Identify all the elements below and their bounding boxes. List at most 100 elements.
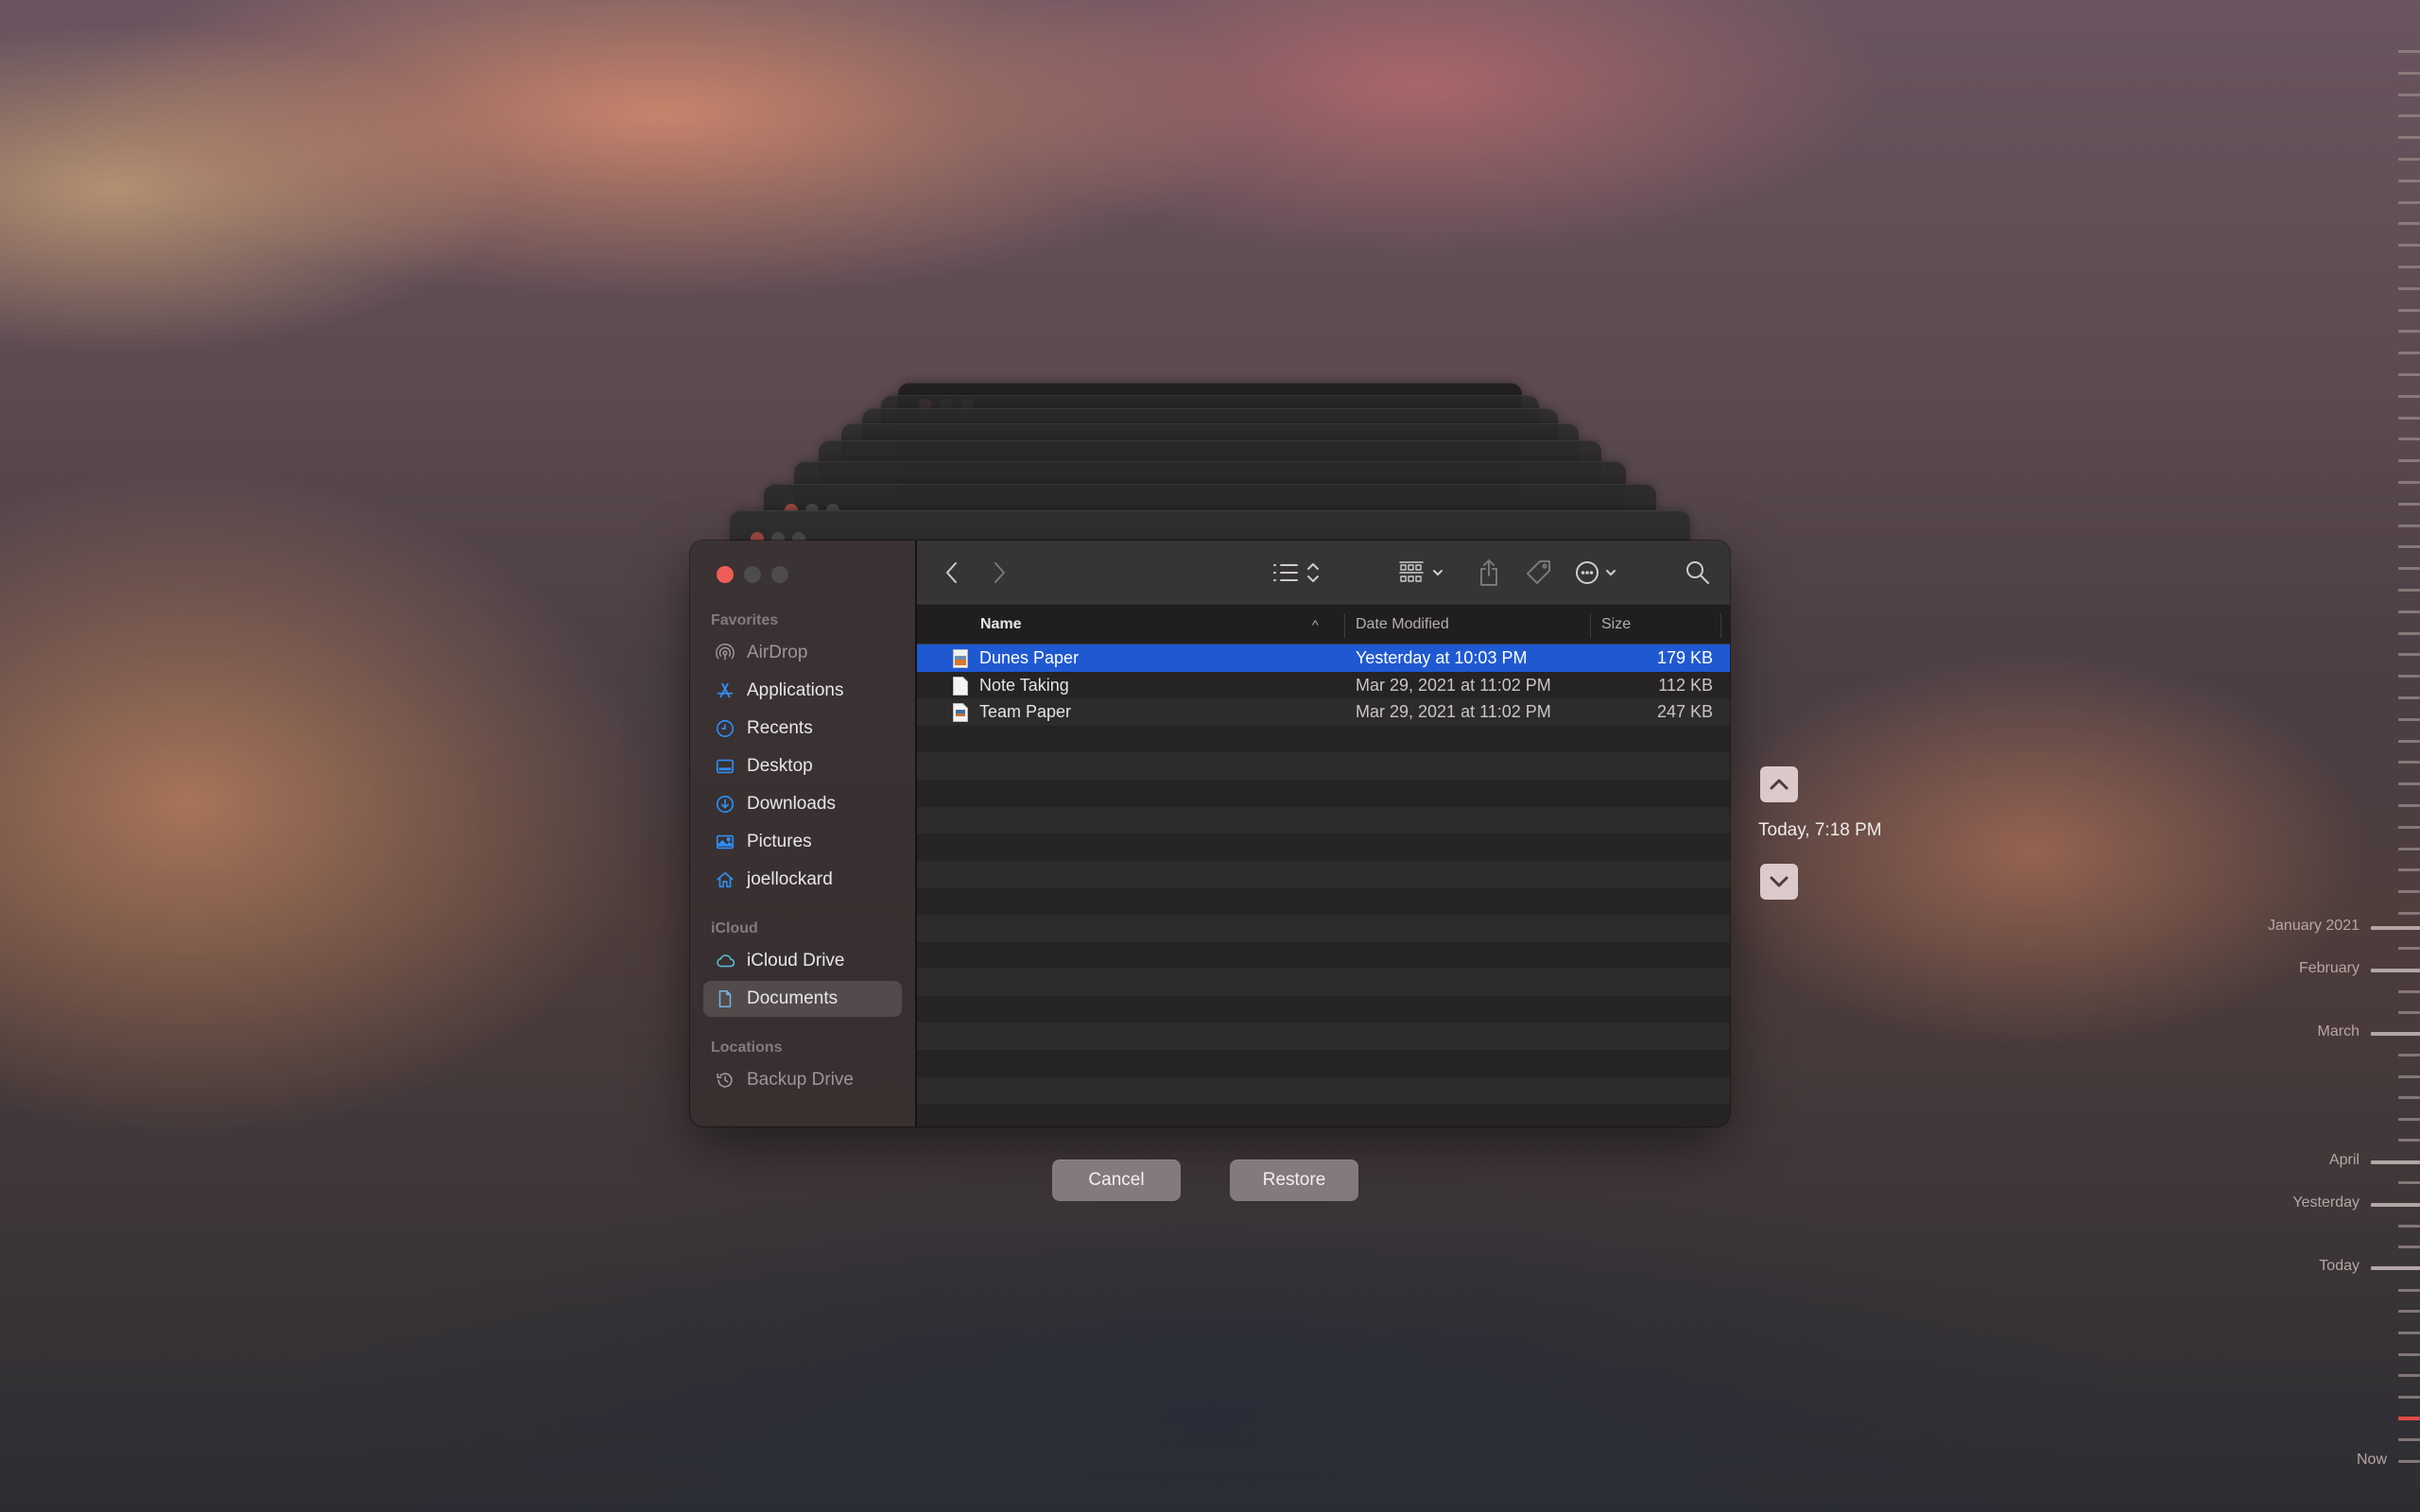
timeline-tick[interactable] xyxy=(2398,990,2420,993)
next-snapshot-button[interactable] xyxy=(1760,864,1798,900)
column-divider[interactable] xyxy=(1720,613,1721,638)
timeline-label[interactable]: February xyxy=(2170,960,2360,977)
timeline-tick[interactable] xyxy=(2398,524,2420,527)
timeline-tick[interactable] xyxy=(2398,825,2420,829)
sidebar-item-home[interactable]: joellockard xyxy=(703,862,902,898)
column-header-name[interactable]: Name xyxy=(980,606,1022,644)
timeline-tick[interactable] xyxy=(2398,1374,2420,1377)
timeline-label[interactable]: January 2021 xyxy=(2170,918,2360,935)
timeline-tick[interactable] xyxy=(2398,912,2420,915)
sidebar-item-recents[interactable]: Recents xyxy=(703,711,902,747)
timeline-tick[interactable] xyxy=(2398,416,2420,420)
previous-snapshot-button[interactable] xyxy=(1760,766,1798,802)
search-button[interactable] xyxy=(1679,541,1717,605)
zoom-button[interactable] xyxy=(771,566,788,583)
timeline-tick[interactable] xyxy=(2398,653,2420,657)
timeline-tick[interactable] xyxy=(2398,717,2420,721)
timeline-tick[interactable] xyxy=(2398,1246,2420,1248)
sidebar-item-desktop[interactable]: Desktop xyxy=(703,748,902,784)
column-header-size[interactable]: Size xyxy=(1601,606,1631,644)
timeline-major-tick[interactable] xyxy=(2371,1160,2420,1164)
timeline-label[interactable]: April xyxy=(2170,1152,2360,1169)
timeline-label-now[interactable]: Now xyxy=(2198,1452,2387,1469)
timeline-tick[interactable] xyxy=(2398,286,2420,290)
file-row[interactable]: Dunes Paper Yesterday at 10:03 PM 179 KB xyxy=(917,644,1730,672)
timeline-tick[interactable] xyxy=(2398,1332,2420,1334)
timeline-tick[interactable] xyxy=(2398,200,2420,204)
minimize-button[interactable] xyxy=(744,566,761,583)
group-button[interactable] xyxy=(1397,541,1454,605)
timeline-tick[interactable] xyxy=(2398,947,2420,950)
tag-button[interactable] xyxy=(1520,541,1558,605)
timeline-tick[interactable] xyxy=(2398,610,2420,613)
timeline-tick[interactable] xyxy=(2398,1075,2420,1078)
timeline-tick[interactable] xyxy=(2398,847,2420,850)
timeline-tick[interactable] xyxy=(2398,93,2420,96)
timeline-tick[interactable] xyxy=(2398,158,2420,161)
column-divider[interactable] xyxy=(1590,613,1591,638)
timeline-tick[interactable] xyxy=(2398,1396,2420,1399)
timeline-current-tick[interactable] xyxy=(2398,1417,2420,1420)
timeline-tick[interactable] xyxy=(2398,330,2420,334)
timeline-tick[interactable] xyxy=(2398,1096,2420,1099)
timeline-tick[interactable] xyxy=(2398,761,2420,765)
timeline-tick[interactable] xyxy=(2398,352,2420,355)
timeline-major-tick[interactable] xyxy=(2371,926,2420,930)
timeline-tick[interactable] xyxy=(2398,545,2420,549)
timeline-major-tick[interactable] xyxy=(2371,1203,2420,1207)
sidebar-item-downloads[interactable]: Downloads xyxy=(703,786,902,822)
timeline-now-tick[interactable] xyxy=(2398,1460,2420,1463)
sidebar-item-documents[interactable]: Documents xyxy=(703,981,902,1017)
timeline-label[interactable]: Yesterday xyxy=(2170,1194,2360,1211)
timeline-tick[interactable] xyxy=(2398,394,2420,398)
timeline-label[interactable]: March xyxy=(2170,1023,2360,1040)
cancel-button[interactable]: Cancel xyxy=(1052,1160,1181,1201)
timeline-tick[interactable] xyxy=(2398,1054,2420,1057)
timeline-tick[interactable] xyxy=(2398,438,2420,441)
file-row[interactable]: Team Paper Mar 29, 2021 at 11:02 PM 247 KB xyxy=(917,698,1730,726)
timeline-tick[interactable] xyxy=(2398,71,2420,75)
close-button[interactable] xyxy=(717,566,734,583)
timeline-major-tick[interactable] xyxy=(2371,1032,2420,1036)
restore-button[interactable]: Restore xyxy=(1230,1160,1358,1201)
timeline-tick[interactable] xyxy=(2398,675,2420,679)
timeline-tick[interactable] xyxy=(2398,782,2420,786)
timeline-tick[interactable] xyxy=(2398,222,2420,226)
timeline-tick[interactable] xyxy=(2398,1118,2420,1121)
timeline-tick[interactable] xyxy=(2398,266,2420,268)
sidebar-item-pictures[interactable]: Pictures xyxy=(703,824,902,860)
sidebar-item-icloud-drive[interactable]: iCloud Drive xyxy=(703,943,902,979)
timeline-tick[interactable] xyxy=(2398,739,2420,743)
more-actions-button[interactable] xyxy=(1575,541,1628,605)
timeline-tick[interactable] xyxy=(2398,631,2420,635)
timeline-tick[interactable] xyxy=(2398,502,2420,506)
timeline-tick[interactable] xyxy=(2398,1353,2420,1356)
timeline-tick[interactable] xyxy=(2398,868,2420,872)
timeline-tick[interactable] xyxy=(2398,589,2420,592)
timeline-tick[interactable] xyxy=(2398,114,2420,118)
timeline-tick[interactable] xyxy=(2398,567,2420,571)
file-row[interactable]: Note Taking Mar 29, 2021 at 11:02 PM 112 K… xyxy=(917,671,1730,699)
timeline-tick[interactable] xyxy=(2398,1011,2420,1014)
timeline-tick[interactable] xyxy=(2398,804,2420,807)
timeline-major-tick[interactable] xyxy=(2371,1266,2420,1270)
timeline-major-tick[interactable] xyxy=(2371,969,2420,972)
timeline-tick[interactable] xyxy=(2398,373,2420,376)
timeline-tick[interactable] xyxy=(2398,696,2420,699)
view-options-button[interactable] xyxy=(1270,541,1327,605)
timeline-tick[interactable] xyxy=(2398,459,2420,463)
timeline-tick[interactable] xyxy=(2398,1225,2420,1228)
back-button[interactable] xyxy=(938,541,966,605)
timeline-tick[interactable] xyxy=(2398,1139,2420,1142)
column-header-date-modified[interactable]: Date Modified xyxy=(1356,606,1449,644)
sidebar-item-applications[interactable]: Applications xyxy=(703,673,902,709)
timeline-tick[interactable] xyxy=(2398,50,2420,53)
timeline-tick[interactable] xyxy=(2398,1310,2420,1313)
column-divider[interactable] xyxy=(1344,613,1345,638)
sidebar-item-backup-drive[interactable]: Backup Drive xyxy=(703,1062,902,1098)
forward-button[interactable] xyxy=(985,541,1013,605)
timeline-tick[interactable] xyxy=(2398,1181,2420,1184)
timeline-tick[interactable] xyxy=(2398,890,2420,894)
share-button[interactable] xyxy=(1470,541,1508,605)
timeline-tick[interactable] xyxy=(2398,179,2420,182)
